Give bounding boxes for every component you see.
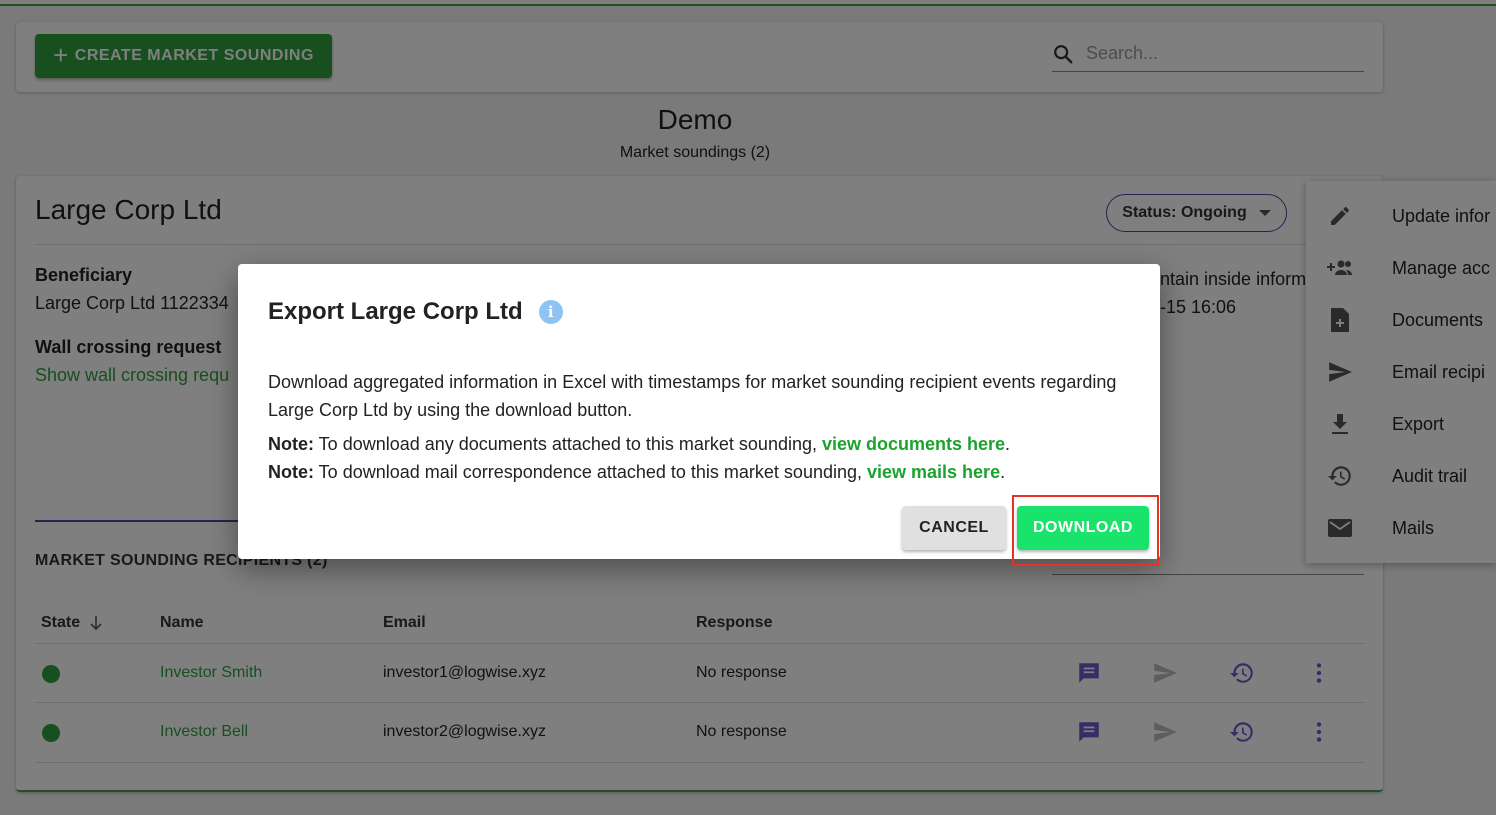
documents-note: Note: To download any documents attached… [268, 434, 1011, 454]
mails-note: Note: To download mail correspondence at… [268, 462, 1006, 482]
view-documents-link[interactable]: view documents here [822, 434, 1005, 454]
view-mails-link[interactable]: view mails here [867, 462, 1000, 482]
info-icon[interactable]: i [538, 300, 563, 324]
cancel-button[interactable]: CANCEL [902, 506, 1006, 550]
download-highlight-box [1012, 495, 1159, 566]
dialog-description: Download aggregated information in Excel… [268, 372, 1117, 420]
dialog-title: Export Large Corp Ltd i [268, 298, 563, 326]
